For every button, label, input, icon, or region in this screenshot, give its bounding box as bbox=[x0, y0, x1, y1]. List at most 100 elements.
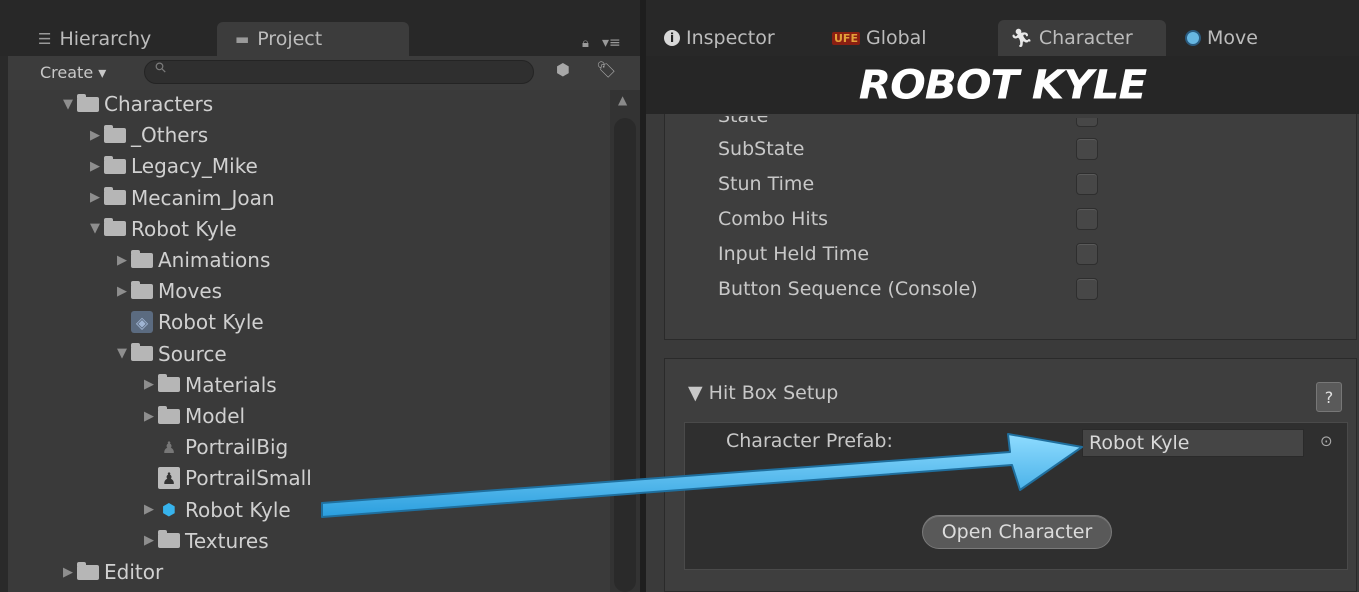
state-field-label: Input Held Time bbox=[718, 243, 870, 265]
tab-inspector-label: Inspector bbox=[686, 27, 775, 49]
state-field-label: SubState bbox=[718, 138, 805, 160]
expand-arrow-icon[interactable]: ▼ bbox=[87, 221, 103, 236]
filter-by-type-icon[interactable]: ⬢ bbox=[556, 60, 570, 79]
tab-global-label: Global bbox=[865, 27, 927, 49]
scroll-up-arrow[interactable]: ▲ bbox=[618, 93, 627, 107]
object-picker-icon[interactable]: ⊙ bbox=[1320, 432, 1333, 450]
tab-move[interactable]: Move bbox=[1185, 20, 1258, 56]
collapse-arrow-icon[interactable]: ▶ bbox=[114, 253, 130, 268]
state-field-label: Button Sequence (Console) bbox=[718, 278, 978, 300]
state-field-label: Combo Hits bbox=[718, 208, 829, 230]
state-field-checkbox[interactable] bbox=[1076, 173, 1098, 195]
tree-item[interactable]: ▶ Materials bbox=[141, 370, 277, 400]
tab-project-label: Project bbox=[257, 28, 323, 50]
collapse-arrow-icon[interactable]: ▶ bbox=[141, 533, 157, 548]
folder-icon bbox=[104, 124, 126, 143]
search-input[interactable] bbox=[144, 60, 534, 84]
open-character-button[interactable]: Open Character bbox=[922, 515, 1112, 549]
tab-project[interactable]: ▬ Project bbox=[217, 22, 409, 56]
expand-arrow-icon[interactable]: ▼ bbox=[60, 97, 76, 112]
tree-item[interactable]: ▶ Mecanim_Joan bbox=[87, 183, 275, 213]
folder-icon bbox=[104, 218, 126, 237]
folder-icon bbox=[77, 561, 99, 580]
tree-item-label: PortrailSmall bbox=[185, 466, 312, 491]
tree-item[interactable]: ▶ Editor bbox=[60, 557, 163, 587]
hitbox-setup-foldout[interactable]: ▼ Hit Box Setup bbox=[688, 382, 838, 404]
folder-icon: ▬ bbox=[235, 30, 250, 48]
tree-item[interactable]: ▶ Textures bbox=[141, 526, 269, 556]
state-field-checkbox[interactable] bbox=[1076, 208, 1098, 230]
collapse-arrow-icon[interactable]: ▶ bbox=[87, 159, 103, 174]
tree-item[interactable]: ▶ _Others bbox=[87, 120, 208, 150]
folder-icon bbox=[104, 155, 126, 174]
tree-item-label: Animations bbox=[158, 248, 271, 272]
collapse-arrow-icon[interactable]: ▶ bbox=[141, 409, 157, 424]
folder-icon bbox=[158, 405, 180, 424]
character-prefab-field[interactable]: Robot Kyle bbox=[1082, 429, 1304, 457]
collapse-arrow-icon[interactable]: ▶ bbox=[141, 377, 157, 392]
list-icon: ☰ bbox=[38, 30, 52, 48]
tree-item[interactable]: ▼ Source bbox=[114, 339, 227, 369]
tree-item[interactable]: ♟ PortrailSmall bbox=[141, 463, 312, 493]
tree-item[interactable]: ▶ Legacy_Mike bbox=[87, 151, 258, 181]
tab-global[interactable]: UFE Global bbox=[832, 20, 927, 56]
state-field-checkbox[interactable] bbox=[1076, 243, 1098, 265]
scrollbar-thumb[interactable] bbox=[614, 118, 636, 592]
left-edge bbox=[0, 56, 8, 592]
collapse-arrow-icon[interactable]: ▶ bbox=[114, 284, 130, 299]
tree-item-label: Legacy_Mike bbox=[131, 154, 258, 179]
tree-item-label: Mecanim_Joan bbox=[131, 185, 275, 210]
character-prefab-label: Character Prefab: bbox=[726, 430, 893, 452]
move-orb-icon bbox=[1185, 30, 1201, 46]
folder-icon bbox=[158, 374, 180, 393]
tree-item-label: Source bbox=[158, 341, 227, 366]
panel-menu-icon[interactable]: ▾≡ bbox=[602, 35, 621, 51]
tab-move-label: Move bbox=[1207, 27, 1258, 49]
running-man-icon: 🏃︎ bbox=[1010, 27, 1033, 49]
tree-item[interactable]: ▼ Robot Kyle bbox=[87, 214, 237, 244]
help-button[interactable]: ? bbox=[1316, 382, 1342, 412]
folder-icon bbox=[77, 93, 99, 112]
filter-by-label-icon[interactable]: 🏷︎ bbox=[596, 60, 616, 79]
tab-inspector[interactable]: i Inspector bbox=[664, 20, 775, 56]
tab-hierarchy-label: Hierarchy bbox=[59, 28, 152, 50]
tree-item-label: Robot Kyle bbox=[158, 310, 264, 335]
lock-icon[interactable]: 🔒︎ bbox=[582, 36, 589, 51]
tree-item[interactable]: ▶ Animations bbox=[114, 245, 270, 275]
collapse-arrow-icon[interactable]: ▶ bbox=[60, 565, 76, 580]
tab-character[interactable]: 🏃︎ Character bbox=[998, 20, 1166, 56]
state-field-checkbox[interactable] bbox=[1076, 138, 1098, 160]
tree-item[interactable]: ▼ Characters bbox=[60, 89, 213, 119]
tree-item-label: Robot Kyle bbox=[131, 216, 237, 241]
image-icon: ♟ bbox=[158, 467, 180, 490]
tree-item-label: Textures bbox=[185, 528, 269, 553]
state-field-checkbox[interactable] bbox=[1076, 278, 1098, 300]
state-field-label: Stun Time bbox=[718, 173, 815, 195]
folder-icon bbox=[131, 343, 153, 362]
folder-icon bbox=[158, 530, 180, 549]
collapse-arrow-icon[interactable]: ▶ bbox=[87, 128, 103, 143]
collapse-arrow-icon[interactable]: ▶ bbox=[87, 190, 103, 205]
tab-character-label: Character bbox=[1038, 27, 1133, 49]
tree-item-label: PortrailBig bbox=[185, 435, 289, 460]
tree-item[interactable]: ◈ Robot Kyle bbox=[114, 307, 264, 337]
tree-item-label: Robot Kyle bbox=[185, 497, 291, 522]
expand-arrow-icon[interactable]: ▼ bbox=[114, 346, 130, 361]
tree-item-label: Model bbox=[185, 404, 246, 428]
tree-item-label: Editor bbox=[104, 560, 164, 584]
tree-item[interactable]: ♟ PortrailBig bbox=[141, 432, 288, 462]
collapse-arrow-icon[interactable]: ▶ bbox=[141, 502, 157, 517]
folder-icon bbox=[131, 249, 153, 268]
tree-item[interactable]: ▶ ⬢ Robot Kyle bbox=[141, 495, 291, 525]
folder-icon bbox=[131, 280, 153, 299]
tree-item-label: _Others bbox=[131, 123, 209, 148]
create-button[interactable]: Create ▾ bbox=[40, 63, 130, 83]
tree-item-label: Characters bbox=[104, 92, 214, 116]
tree-item[interactable]: ▶ Model bbox=[141, 401, 245, 431]
character-title: ROBOT KYLE bbox=[858, 61, 1147, 108]
info-icon: i bbox=[664, 30, 680, 46]
tree-item-label: Materials bbox=[185, 372, 277, 397]
tree-item[interactable]: ▶ Moves bbox=[114, 276, 222, 306]
ufe-logo-icon: UFE bbox=[832, 31, 860, 45]
tab-hierarchy[interactable]: ☰ Hierarchy bbox=[28, 22, 218, 56]
